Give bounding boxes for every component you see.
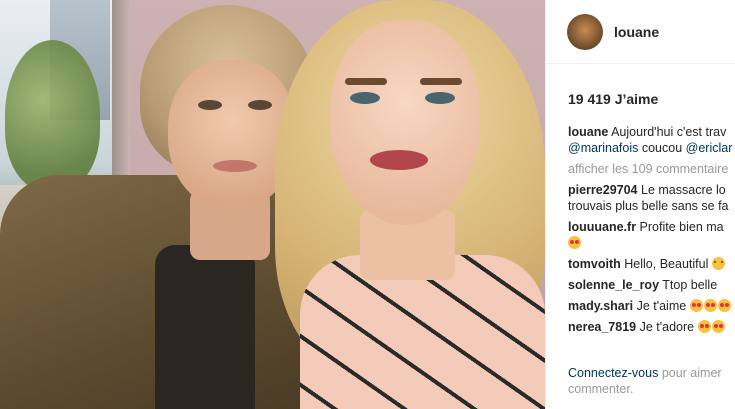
right-person-brow	[420, 78, 462, 85]
comment-username[interactable]: mady.shari	[568, 299, 633, 313]
mention-link[interactable]: @ericlar	[686, 141, 733, 155]
comment-text: Profite bien ma	[639, 220, 724, 234]
comment: pierre29704 Le massacre lo	[568, 182, 735, 198]
comment-text: Hello, Beautiful	[624, 257, 709, 271]
comment-text: Le massacre lo	[641, 183, 726, 197]
comment-username[interactable]: louuuane.fr	[568, 220, 636, 234]
comment-text: Je t'adore	[639, 320, 695, 334]
header-username[interactable]: louane	[614, 24, 659, 40]
heart-eyes-emoji-icon	[703, 299, 717, 312]
comment-username[interactable]: nerea_7819	[568, 320, 636, 334]
comment: nerea_7819 Je t'adore	[568, 319, 735, 335]
post-photo[interactable]	[0, 0, 545, 409]
comment-username[interactable]: tomvoith	[568, 257, 621, 271]
right-person-face	[330, 20, 480, 225]
smile-emoji-icon	[711, 257, 725, 270]
comment-line2	[568, 235, 735, 251]
heart-eyes-emoji-icon	[711, 320, 725, 333]
comment: mady.shari Je t'aime	[568, 298, 735, 314]
comment-line2: trouvais plus belle sans se fa	[568, 198, 735, 214]
mention-link[interactable]: @marinafois	[568, 141, 638, 155]
post-side-panel: louane 19 419 J’aime louane Aujourd'hui …	[545, 0, 735, 409]
heart-eyes-emoji-icon	[697, 320, 711, 333]
right-person-brow	[345, 78, 387, 85]
comment: tomvoith Hello, Beautiful	[568, 256, 735, 272]
caption: louane Aujourd'hui c'est trav	[568, 124, 735, 140]
comment-text: trouvais plus belle sans se fa	[568, 199, 729, 213]
caption-text: coucou	[641, 141, 683, 155]
heart-eyes-emoji-icon	[689, 299, 703, 312]
right-person-eye	[350, 92, 380, 104]
caption-username[interactable]: louane	[568, 125, 608, 139]
comment: solenne_le_roy Ttop belle	[568, 277, 735, 293]
left-person-lips	[213, 160, 257, 172]
avatar[interactable]	[567, 13, 603, 50]
left-person-eye	[248, 100, 272, 110]
login-link[interactable]: Connectez-vous	[568, 366, 658, 380]
comment-username[interactable]: solenne_le_roy	[568, 278, 659, 292]
tree-background	[5, 40, 100, 190]
caption-text: Aujourd'hui c'est trav	[611, 125, 727, 139]
login-prompt: Connectez-vous pour aimer commenter.	[568, 365, 735, 397]
comment-text: Je t'aime	[636, 299, 687, 313]
left-person-shirt	[155, 245, 255, 409]
right-person-eye	[425, 92, 455, 104]
login-prompt-text: pour aimer	[661, 366, 722, 380]
login-prompt-text: commenter.	[568, 382, 634, 396]
comments-list: louane Aujourd'hui c'est trav @marinafoi…	[568, 124, 735, 335]
caption-line2: @marinafois coucou @ericlar	[568, 140, 735, 156]
right-person-lips	[370, 150, 428, 170]
post-header: louane	[546, 0, 735, 64]
heart-eyes-emoji-icon	[717, 299, 731, 312]
comment-text: Ttop belle	[662, 278, 718, 292]
left-person-eye	[198, 100, 222, 110]
heart-eyes-emoji-icon	[568, 236, 581, 249]
comment-username[interactable]: pierre29704	[568, 183, 638, 197]
comment: louuuane.fr Profite bien ma	[568, 219, 735, 235]
likes-count[interactable]: 19 419 J’aime	[568, 91, 658, 107]
view-all-comments-link[interactable]: afficher les 109 commentaire	[568, 161, 735, 177]
